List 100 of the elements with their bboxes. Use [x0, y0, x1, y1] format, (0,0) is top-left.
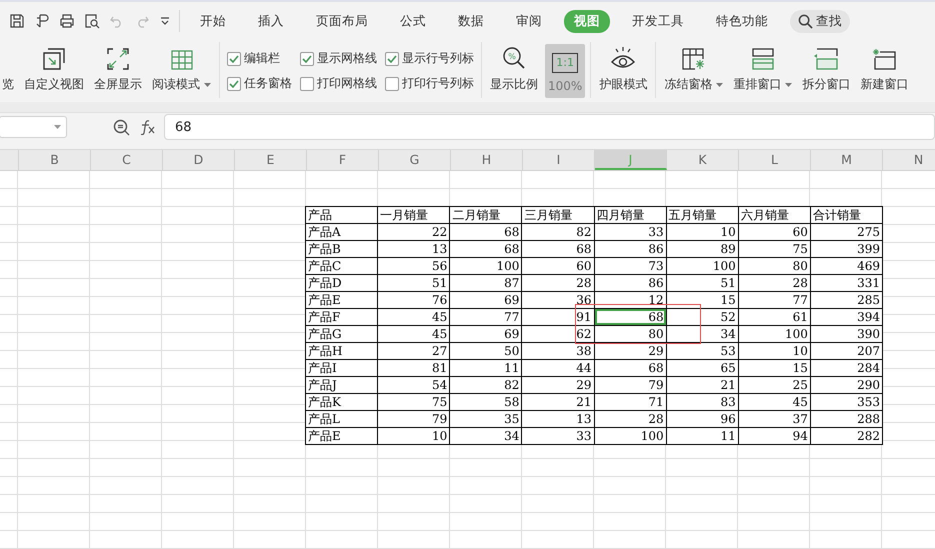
table-cell[interactable]: 285 [810, 292, 882, 308]
table-cell[interactable]: 21 [522, 394, 594, 410]
column-header[interactable]: F [307, 150, 379, 170]
checkbox-box[interactable] [300, 52, 314, 66]
table-cell[interactable]: 390 [810, 326, 882, 342]
checkbox[interactable]: 编辑栏 [227, 50, 292, 67]
table-cell[interactable]: 86 [594, 240, 666, 258]
zoom-icon[interactable] [113, 118, 130, 136]
table-cell[interactable]: 54 [378, 376, 450, 394]
ribbon-button[interactable]: % 显示比例 [487, 44, 541, 98]
column-header[interactable]: C [91, 150, 163, 170]
table-cell[interactable]: 96 [666, 410, 738, 428]
table-cell[interactable]: 29 [594, 342, 666, 360]
table-cell[interactable]: 44 [522, 360, 594, 376]
table-cell[interactable]: 284 [810, 360, 882, 376]
menu-tab[interactable]: 页面布局 [306, 10, 378, 32]
table-cell[interactable]: 83 [666, 394, 738, 410]
table-cell[interactable]: 94 [738, 428, 810, 444]
table-cell[interactable]: 38 [522, 342, 594, 360]
table-cell[interactable]: 73 [594, 258, 666, 274]
function-icon[interactable] [140, 119, 156, 135]
table-cell[interactable]: 51 [378, 274, 450, 292]
table-cell[interactable]: 68 [594, 308, 666, 326]
table-cell[interactable]: 10 [666, 224, 738, 240]
table-cell[interactable]: 36 [522, 292, 594, 308]
table-cell[interactable]: 60 [522, 258, 594, 274]
table-cell[interactable]: 28 [738, 274, 810, 292]
table-cell[interactable]: 12 [594, 292, 666, 308]
ribbon-button[interactable]: 重排窗口 [730, 44, 796, 98]
ribbon-button[interactable]: 全屏显示 [91, 44, 145, 98]
table-cell[interactable]: 50 [450, 342, 522, 360]
menu-tab[interactable]: 公式 [390, 10, 436, 32]
table-cell[interactable]: 10 [738, 342, 810, 360]
table-cell[interactable]: 13 [522, 410, 594, 428]
table-cell[interactable]: 58 [450, 394, 522, 410]
ribbon-button[interactable]: 自定义视图 [21, 44, 87, 98]
table-cell[interactable]: 100 [594, 428, 666, 444]
table-cell[interactable]: 275 [810, 224, 882, 240]
table-cell[interactable]: 76 [378, 292, 450, 308]
table-cell[interactable]: 69 [450, 326, 522, 342]
table-cell[interactable]: 89 [666, 240, 738, 258]
table-cell[interactable]: 11 [450, 360, 522, 376]
table-cell[interactable]: 80 [594, 326, 666, 342]
table-cell[interactable]: 56 [378, 258, 450, 274]
table-cell[interactable]: 34 [666, 326, 738, 342]
table-cell[interactable]: 11 [666, 428, 738, 444]
table-cell[interactable]: 61 [738, 308, 810, 326]
column-header[interactable]: D [163, 150, 235, 170]
table-cell[interactable]: 77 [450, 308, 522, 326]
table-cell[interactable]: 399 [810, 240, 882, 258]
table-cell[interactable]: 62 [522, 326, 594, 342]
table-cell[interactable]: 71 [594, 394, 666, 410]
table-cell[interactable]: 86 [594, 274, 666, 292]
table-cell[interactable]: 331 [810, 274, 882, 292]
ribbon-button[interactable]: 新建窗口 [857, 44, 912, 98]
table-cell[interactable]: 15 [666, 292, 738, 308]
column-header[interactable]: G [379, 150, 451, 170]
menu-tab[interactable]: 开发工具 [622, 10, 694, 32]
ribbon-button[interactable]: 护眼模式 [596, 44, 650, 98]
table-cell[interactable]: 33 [594, 224, 666, 240]
column-header[interactable]: M [811, 150, 883, 170]
table-cell[interactable]: 469 [810, 258, 882, 274]
search-button[interactable]: 查找 [790, 10, 850, 32]
formula-input[interactable]: 68 [164, 114, 935, 140]
table-cell[interactable]: 68 [450, 224, 522, 240]
column-header[interactable]: H [451, 150, 523, 170]
table-cell[interactable]: 77 [738, 292, 810, 308]
checkbox[interactable]: 显示网格线 [300, 50, 377, 67]
table-cell[interactable]: 53 [666, 342, 738, 360]
table-cell[interactable]: 65 [666, 360, 738, 376]
checkbox-box[interactable] [227, 52, 241, 66]
checkbox-box[interactable] [385, 52, 399, 66]
ribbon-button[interactable]: 阅读模式 [149, 44, 214, 98]
table-cell[interactable]: 288 [810, 410, 882, 428]
table-cell[interactable]: 91 [522, 308, 594, 326]
table-cell[interactable]: 60 [738, 224, 810, 240]
table-cell[interactable]: 25 [738, 376, 810, 394]
table-cell[interactable]: 282 [810, 428, 882, 444]
table-cell[interactable]: 45 [378, 308, 450, 326]
table-cell[interactable]: 68 [594, 360, 666, 376]
ribbon-button[interactable]: 冻结窗格 [661, 44, 726, 98]
table-cell[interactable]: 75 [378, 394, 450, 410]
preview-icon[interactable] [84, 13, 100, 29]
save-icon[interactable] [9, 13, 25, 29]
table-cell[interactable]: 353 [810, 394, 882, 410]
menu-tab[interactable]: 开始 [190, 10, 236, 32]
print-icon[interactable] [59, 13, 75, 29]
menu-tab[interactable]: 特色功能 [706, 10, 778, 32]
table-cell[interactable]: 22 [378, 224, 450, 240]
column-header[interactable]: L [739, 150, 811, 170]
caret-icon[interactable] [159, 15, 171, 27]
table-cell[interactable]: 51 [666, 274, 738, 292]
table-cell[interactable]: 100 [738, 326, 810, 342]
ribbon-button[interactable]: 拆分窗口 [799, 44, 854, 98]
table-cell[interactable]: 69 [450, 292, 522, 308]
table-cell[interactable]: 13 [378, 240, 450, 258]
table-cell[interactable]: 82 [450, 376, 522, 394]
table-cell[interactable]: 33 [522, 428, 594, 444]
table-cell[interactable]: 45 [378, 326, 450, 342]
table-cell[interactable]: 79 [594, 376, 666, 394]
